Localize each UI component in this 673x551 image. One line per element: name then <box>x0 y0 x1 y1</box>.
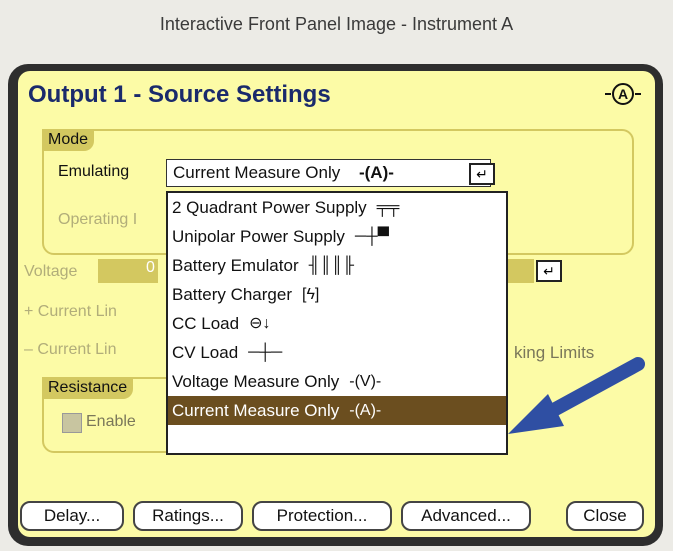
emulating-label: Emulating <box>58 163 130 180</box>
enable-checkbox[interactable] <box>62 413 82 433</box>
emulating-select-value: Current Measure Only <box>173 163 341 182</box>
minus-current-limit-label: – Current Lin <box>24 341 117 358</box>
current-measure-icon: -(A)- <box>358 163 394 182</box>
unipolar-icon: ─┼▀ <box>354 228 389 245</box>
option-cv-load[interactable]: CV Load ─┼─ <box>168 338 506 367</box>
voltage-label: Voltage <box>24 263 78 280</box>
resistance-group-label: Resistance <box>42 377 134 399</box>
mode-group-label: Mode <box>42 129 95 151</box>
voltage-value: 0 <box>146 259 155 276</box>
emulating-enter-icon[interactable]: ↵ <box>469 163 495 185</box>
voltage-enter-icon[interactable]: ↵ <box>536 260 562 282</box>
two-quadrant-icon: ╤╤ <box>376 199 400 216</box>
panel-title: Output 1 - Source Settings <box>28 81 331 108</box>
emulating-dropdown-list: 2 Quadrant Power Supply ╤╤ Unipolar Power… <box>166 191 508 455</box>
option-battery-charger[interactable]: Battery Charger [ϟ] <box>168 280 506 309</box>
current-measure-icon: -(A)- <box>349 402 382 419</box>
operating-label: Operating I <box>58 211 138 228</box>
window-caption: Interactive Front Panel Image - Instrume… <box>159 14 514 34</box>
battery-emulator-icon: ╢║║╟ <box>308 257 354 274</box>
cv-load-icon: ─┼─ <box>248 344 283 361</box>
option-cc-load[interactable]: CC Load ⊖↓ <box>168 309 506 338</box>
advanced-button[interactable]: Advanced... <box>401 501 531 531</box>
option-unipolar[interactable]: Unipolar Power Supply ─┼▀ <box>168 222 506 251</box>
option-voltage-measure[interactable]: Voltage Measure Only -(V)- <box>168 367 506 396</box>
option-battery-emulator[interactable]: Battery Emulator ╢║║╟ <box>168 251 506 280</box>
cc-load-icon: ⊖↓ <box>249 315 271 332</box>
ratings-button[interactable]: Ratings... <box>133 501 243 531</box>
voltage-measure-icon: -(V)- <box>349 373 382 390</box>
option-2-quadrant[interactable]: 2 Quadrant Power Supply ╤╤ <box>168 193 506 222</box>
option-current-measure[interactable]: Current Measure Only -(A)- <box>168 396 506 425</box>
enable-label: Enable <box>86 413 136 430</box>
annotation-arrow-icon <box>508 357 645 434</box>
plus-current-limit-label: + Current Lin <box>24 303 117 320</box>
protection-button[interactable]: Protection... <box>252 501 392 531</box>
battery-charger-icon: [ϟ] <box>302 286 320 303</box>
close-button[interactable]: Close <box>566 501 644 531</box>
amp-meter-icon: A <box>605 81 641 114</box>
voltage-field[interactable]: 0 <box>98 259 158 283</box>
delay-button[interactable]: Delay... <box>20 501 124 531</box>
source-settings-panel: Output 1 - Source Settings A Mode Emulat… <box>18 71 655 537</box>
svg-text:A: A <box>618 86 628 102</box>
emulating-select[interactable]: Current Measure Only -(A)- <box>166 159 491 187</box>
